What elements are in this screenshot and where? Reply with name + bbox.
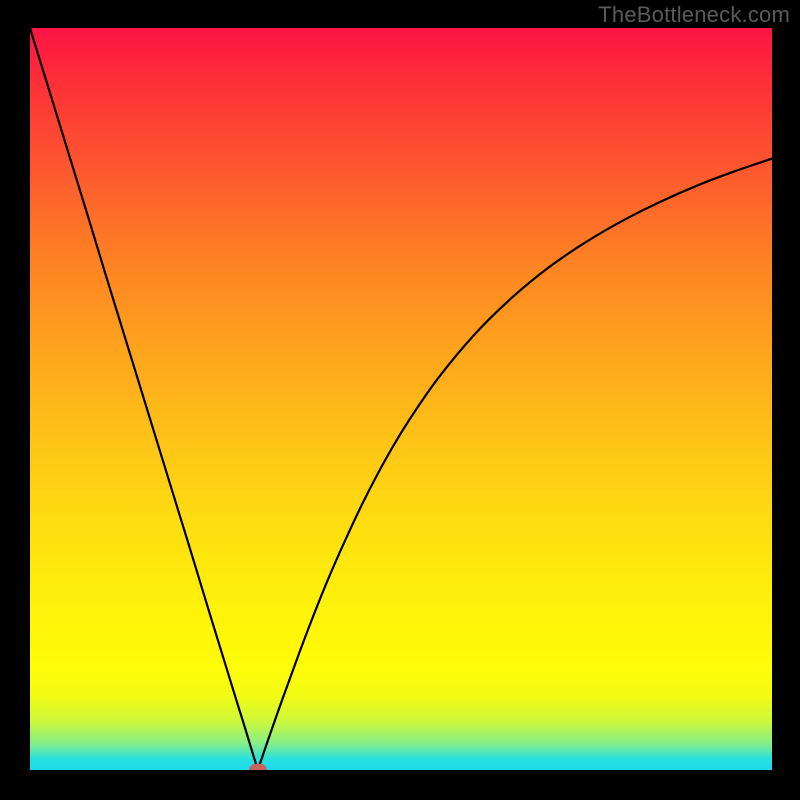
curve-right-branch	[258, 159, 772, 770]
bottleneck-marker	[249, 764, 267, 770]
watermark-text: TheBottleneck.com	[598, 2, 790, 28]
curve-left-branch	[30, 28, 258, 770]
plot-area	[30, 28, 772, 770]
chart-frame: TheBottleneck.com	[0, 0, 800, 800]
curve-svg	[30, 28, 772, 770]
